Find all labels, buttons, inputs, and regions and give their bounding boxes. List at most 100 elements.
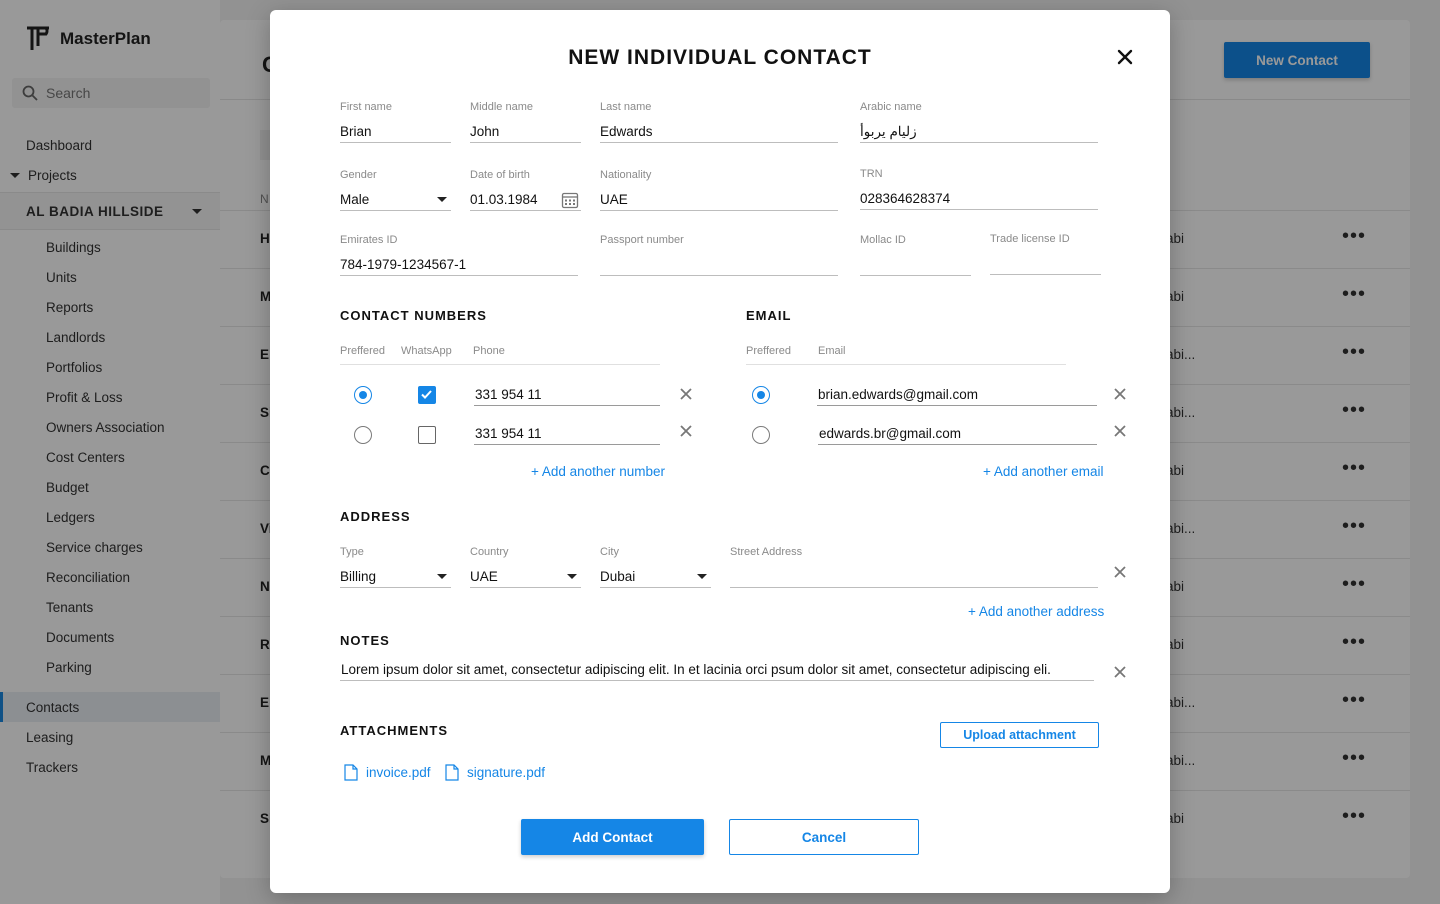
address-type-select[interactable]: Type Billing (340, 546, 451, 588)
nationality-field[interactable]: Nationality UAE (600, 169, 838, 211)
last-name-field[interactable]: Last name Edwards (600, 101, 838, 143)
remove-email-1-icon[interactable] (1113, 387, 1127, 401)
mollac-id-field[interactable]: Mollac ID (860, 234, 971, 276)
field-label: Nationality (600, 169, 652, 181)
close-icon[interactable] (1116, 48, 1134, 66)
street-address-field[interactable]: Street Address (730, 546, 1098, 588)
field-value (860, 254, 971, 276)
field-label: Country (470, 546, 509, 558)
whatsapp-checkbox-2[interactable] (418, 426, 436, 444)
field-label: First name (340, 101, 392, 113)
field-label: Arabic name (860, 101, 922, 113)
field-value: Edwards (600, 121, 838, 143)
middle-name-field[interactable]: Middle name John (470, 101, 581, 143)
calendar-icon[interactable] (561, 191, 579, 209)
field-value: Dubai (600, 566, 711, 588)
email-heading: EMAIL (746, 308, 792, 323)
field-label: Gender (340, 169, 377, 181)
email-input-2[interactable]: edwards.br@gmail.com (818, 423, 1097, 445)
clear-notes-icon[interactable] (1113, 665, 1127, 679)
remove-email-2-icon[interactable] (1113, 424, 1127, 438)
preferred-email-radio-2[interactable] (752, 426, 770, 444)
checkmark-icon (421, 390, 432, 399)
field-label: Street Address (730, 546, 803, 558)
add-number-link[interactable]: + Add another number (531, 464, 665, 479)
preferred-email-radio-1[interactable] (752, 386, 770, 404)
preferred-phone-radio-1[interactable] (354, 386, 372, 404)
field-value: Brian (340, 121, 451, 143)
attachment-file-2[interactable]: signature.pdf (445, 764, 545, 781)
field-label: Trade license ID (990, 233, 1070, 245)
divider (340, 364, 660, 365)
add-address-link[interactable]: + Add another address (968, 604, 1104, 619)
upload-attachment-button[interactable]: Upload attachment (940, 722, 1099, 748)
field-value: UAE (600, 189, 838, 211)
notes-input[interactable]: Lorem ipsum dolor sit amet, consectetur … (340, 659, 1094, 681)
select-value: Billing (340, 569, 377, 584)
email-column-header: Email (818, 345, 846, 357)
preferred-column-header: Preffered (340, 345, 386, 357)
cancel-button[interactable]: Cancel (729, 819, 919, 855)
arabic-name-field[interactable]: Arabic name زليام يربوأ (860, 101, 1098, 143)
remove-address-icon[interactable] (1113, 565, 1127, 579)
field-value: زليام يربوأ (860, 121, 1098, 143)
address-heading: ADDRESS (340, 509, 411, 524)
phone-column-header: Phone (473, 345, 505, 357)
phone-input-1[interactable]: 331 954 11 (474, 384, 660, 406)
contact-numbers-heading: CONTACT NUMBERS (340, 308, 487, 323)
date-value: 01.03.1984 (470, 192, 538, 207)
field-label: Date of birth (470, 169, 530, 181)
whatsapp-checkbox-1[interactable] (418, 386, 436, 404)
file-icon (445, 764, 459, 781)
attachment-name: signature.pdf (467, 765, 546, 780)
city-select[interactable]: City Dubai (600, 546, 711, 588)
attachment-name: invoice.pdf (366, 765, 431, 780)
gender-select[interactable]: Gender Male (340, 169, 451, 211)
attachments-heading: ATTACHMENTS (340, 723, 449, 738)
file-icon (344, 764, 358, 781)
country-select[interactable]: Country UAE (470, 546, 581, 588)
chevron-down-icon (697, 574, 707, 579)
trn-field[interactable]: TRN 028364628374 (860, 168, 1098, 210)
whatsapp-column-header: WhatsApp (401, 345, 452, 357)
field-value: 01.03.1984 (470, 189, 581, 211)
divider (746, 364, 1066, 365)
email-input-1[interactable]: brian.edwards@gmail.com (817, 384, 1097, 406)
remove-phone-2-icon[interactable] (679, 424, 693, 438)
field-value: UAE (470, 566, 581, 588)
chevron-down-icon (437, 197, 447, 202)
field-value (600, 254, 838, 276)
field-label: Middle name (470, 101, 533, 113)
field-label: Type (340, 546, 364, 558)
select-value: Male (340, 192, 370, 207)
field-value: 784-1979-1234567-1 (340, 254, 578, 276)
add-contact-button[interactable]: Add Contact (521, 819, 704, 855)
notes-heading: NOTES (340, 633, 390, 648)
new-contact-modal: NEW INDIVIDUAL CONTACT First name Brian … (270, 10, 1170, 893)
field-label: TRN (860, 168, 883, 180)
remove-phone-1-icon[interactable] (679, 387, 693, 401)
field-value: John (470, 121, 581, 143)
select-value: Dubai (600, 569, 636, 584)
chevron-down-icon (567, 574, 577, 579)
chevron-down-icon (437, 574, 447, 579)
field-label: Last name (600, 101, 652, 113)
field-value: 028364628374 (860, 188, 1098, 210)
date-of-birth-field[interactable]: Date of birth 01.03.1984 (470, 169, 581, 211)
preferred-phone-radio-2[interactable] (354, 426, 372, 444)
field-label: City (600, 546, 619, 558)
select-value: UAE (470, 569, 498, 584)
field-value (990, 253, 1101, 275)
add-email-link[interactable]: + Add another email (983, 464, 1103, 479)
modal-title: NEW INDIVIDUAL CONTACT (568, 46, 872, 69)
preferred-column-header: Preffered (746, 345, 792, 357)
emirates-id-field[interactable]: Emirates ID 784-1979-1234567-1 (340, 234, 578, 276)
field-value: Male (340, 189, 451, 211)
passport-number-field[interactable]: Passport number (600, 234, 838, 276)
trade-license-field[interactable]: Trade license ID (990, 233, 1101, 275)
phone-input-2[interactable]: 331 954 11 (474, 423, 660, 445)
field-label: Passport number (600, 234, 684, 246)
field-label: Mollac ID (860, 234, 906, 246)
attachment-file-1[interactable]: invoice.pdf (344, 764, 431, 781)
first-name-field[interactable]: First name Brian (340, 101, 451, 143)
